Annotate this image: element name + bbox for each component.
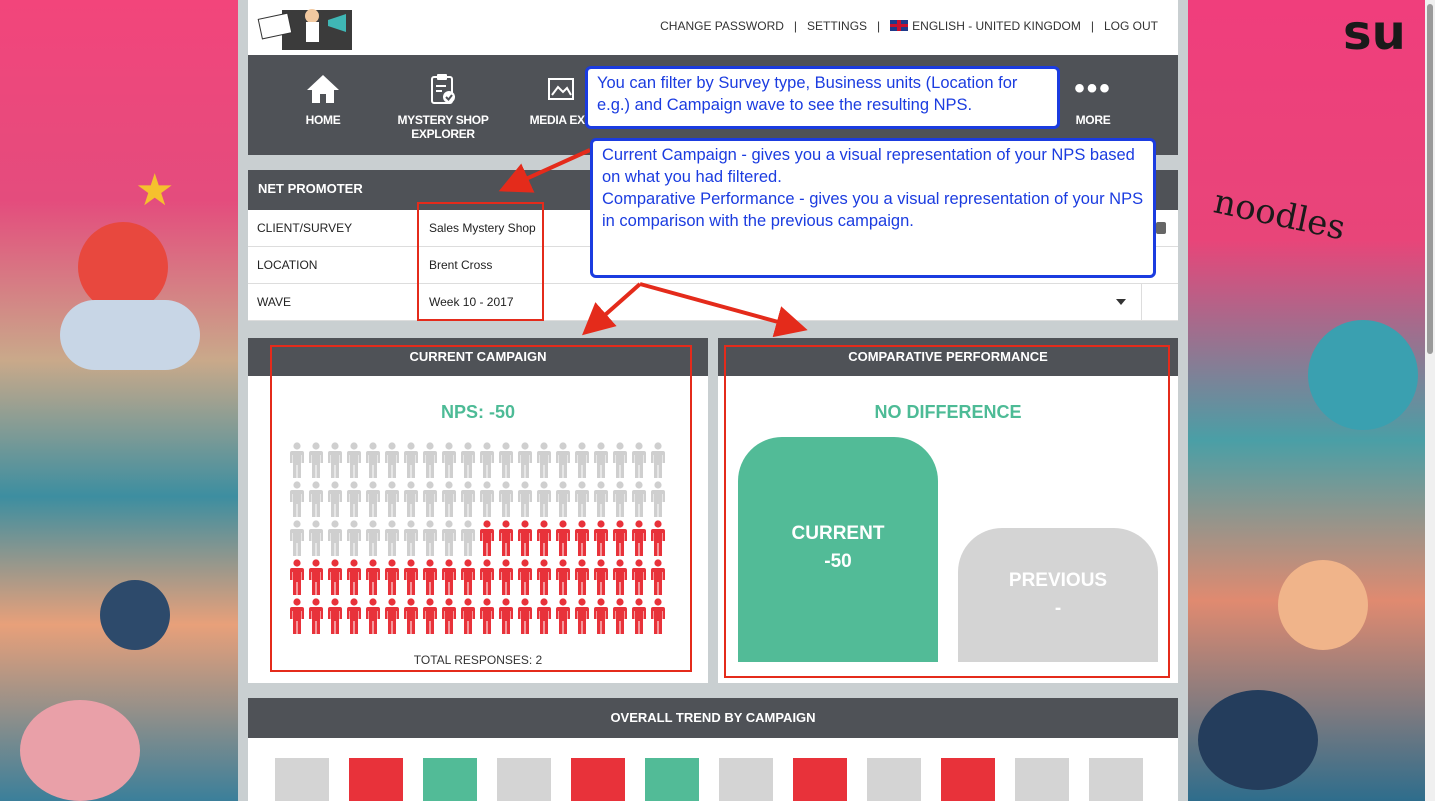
trend-chart	[248, 738, 1178, 801]
callout-campaign-line: Current Campaign - gives you a visual re…	[602, 146, 1135, 186]
separator: |	[793, 19, 798, 33]
page-scrollbar[interactable]	[1425, 0, 1435, 801]
language-selector[interactable]: ENGLISH - UNITED KINGDOM	[890, 19, 1081, 33]
home-icon	[288, 73, 358, 105]
highlight-box-filters	[417, 202, 544, 321]
change-password-link[interactable]: CHANGE PASSWORD	[660, 19, 784, 33]
top-bar: CHANGE PASSWORD | SETTINGS | ENGLISH - U…	[248, 0, 1178, 55]
trend-campaign-square[interactable]	[1089, 758, 1143, 801]
trend-campaign-square[interactable]	[423, 758, 477, 801]
copy-icon[interactable]	[1156, 222, 1166, 234]
filter-label: CLIENT/SURVEY	[257, 221, 353, 235]
settings-link[interactable]: SETTINGS	[807, 19, 867, 33]
decorative-background-left: ★	[0, 0, 248, 801]
highlight-box-current-campaign	[270, 345, 692, 672]
trend-header: OVERALL TREND BY CAMPAIGN	[248, 698, 1178, 738]
trend-campaign-square[interactable]	[1015, 758, 1069, 801]
nav-label: MYSTERY SHOP EXPLORER	[397, 113, 489, 141]
separator: |	[1090, 19, 1094, 33]
trend-campaign-square[interactable]	[571, 758, 625, 801]
nav-label: MORE	[1075, 113, 1111, 127]
trend-campaign-square[interactable]	[645, 758, 699, 801]
callout-filter-note: You can filter by Survey type, Business …	[585, 66, 1060, 129]
top-links: CHANGE PASSWORD | SETTINGS | ENGLISH - U…	[660, 19, 1158, 33]
decorative-background-right: su noodles	[1178, 0, 1435, 801]
live-demo-logo	[257, 9, 352, 50]
trend-campaign-square[interactable]	[941, 758, 995, 801]
nav-home[interactable]: HOME	[288, 55, 358, 155]
trend-campaign-square[interactable]	[497, 758, 551, 801]
filter-label: LOCATION	[257, 258, 318, 272]
logout-link[interactable]: LOG OUT	[1104, 19, 1158, 33]
language-label: ENGLISH - UNITED KINGDOM	[912, 19, 1081, 33]
trend-campaign-square[interactable]	[349, 758, 403, 801]
filter-row-wave[interactable]: WAVE Week 10 - 2017	[248, 284, 1178, 321]
trend-campaign-square[interactable]	[793, 758, 847, 801]
nav-mystery-shop-explorer[interactable]: MYSTERY SHOP EXPLORER	[373, 55, 513, 155]
divider	[1141, 284, 1142, 320]
callout-comparative-line: Comparative Performance - gives you a vi…	[602, 190, 1144, 230]
trend-campaign-square[interactable]	[719, 758, 773, 801]
clipboard-check-icon	[373, 73, 513, 105]
filter-label: WAVE	[257, 295, 292, 309]
scrollbar-thumb[interactable]	[1427, 4, 1433, 354]
trend-campaign-square[interactable]	[867, 758, 921, 801]
separator: |	[877, 19, 881, 33]
main-content: CHANGE PASSWORD | SETTINGS | ENGLISH - U…	[238, 0, 1188, 801]
chevron-down-icon[interactable]	[1116, 299, 1126, 305]
nav-label: HOME	[305, 113, 341, 127]
uk-flag-icon	[890, 20, 909, 31]
trend-campaign-square[interactable]	[275, 758, 329, 801]
star-icon: ★	[135, 166, 175, 215]
more-dots-icon: •••	[1074, 72, 1112, 105]
highlight-box-comparative	[724, 345, 1170, 678]
callout-campaign-note: Current Campaign - gives you a visual re…	[590, 138, 1156, 278]
